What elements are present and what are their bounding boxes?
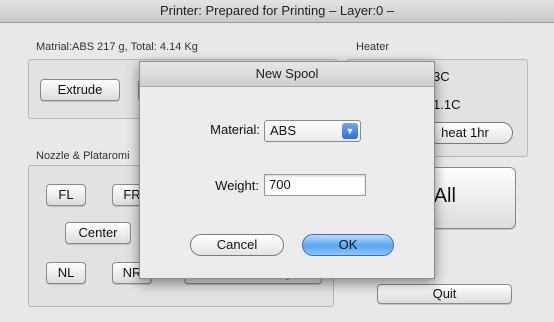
heater-label: Heater [356, 41, 390, 53]
quit-button[interactable]: Quit [377, 284, 512, 304]
weight-label: Weight: [215, 178, 259, 193]
dialog-title: New Spool [140, 62, 434, 87]
material-label: Material: [210, 122, 260, 137]
material-select-value: ABS [270, 123, 297, 138]
extrude-button[interactable]: Extrude [40, 79, 120, 101]
heater-temp-1: 3C [433, 69, 450, 84]
cancel-button[interactable]: Cancel [190, 234, 284, 256]
nl-button[interactable]: NL [46, 262, 86, 284]
window-title: Printer: Prepared for Printing – Layer:0… [0, 0, 554, 23]
fl-button[interactable]: FL [46, 184, 86, 206]
center-button[interactable]: Center [65, 222, 131, 244]
material-select[interactable]: ABS ▼ [264, 120, 361, 142]
material-info: Matrial:ABS 217 g, Total: 4.14 Kg [36, 41, 198, 53]
new-spool-dialog: New Spool Material: ABS ▼ Weight: 700 Ca… [139, 61, 435, 279]
weight-input[interactable]: 700 [264, 174, 366, 196]
ok-button[interactable]: OK [302, 234, 394, 256]
heater-temp-2: 1.1C [433, 97, 461, 112]
nozzle-group-label: Nozzle & Plataromi [36, 150, 130, 162]
chevron-down-icon: ▼ [342, 123, 358, 139]
